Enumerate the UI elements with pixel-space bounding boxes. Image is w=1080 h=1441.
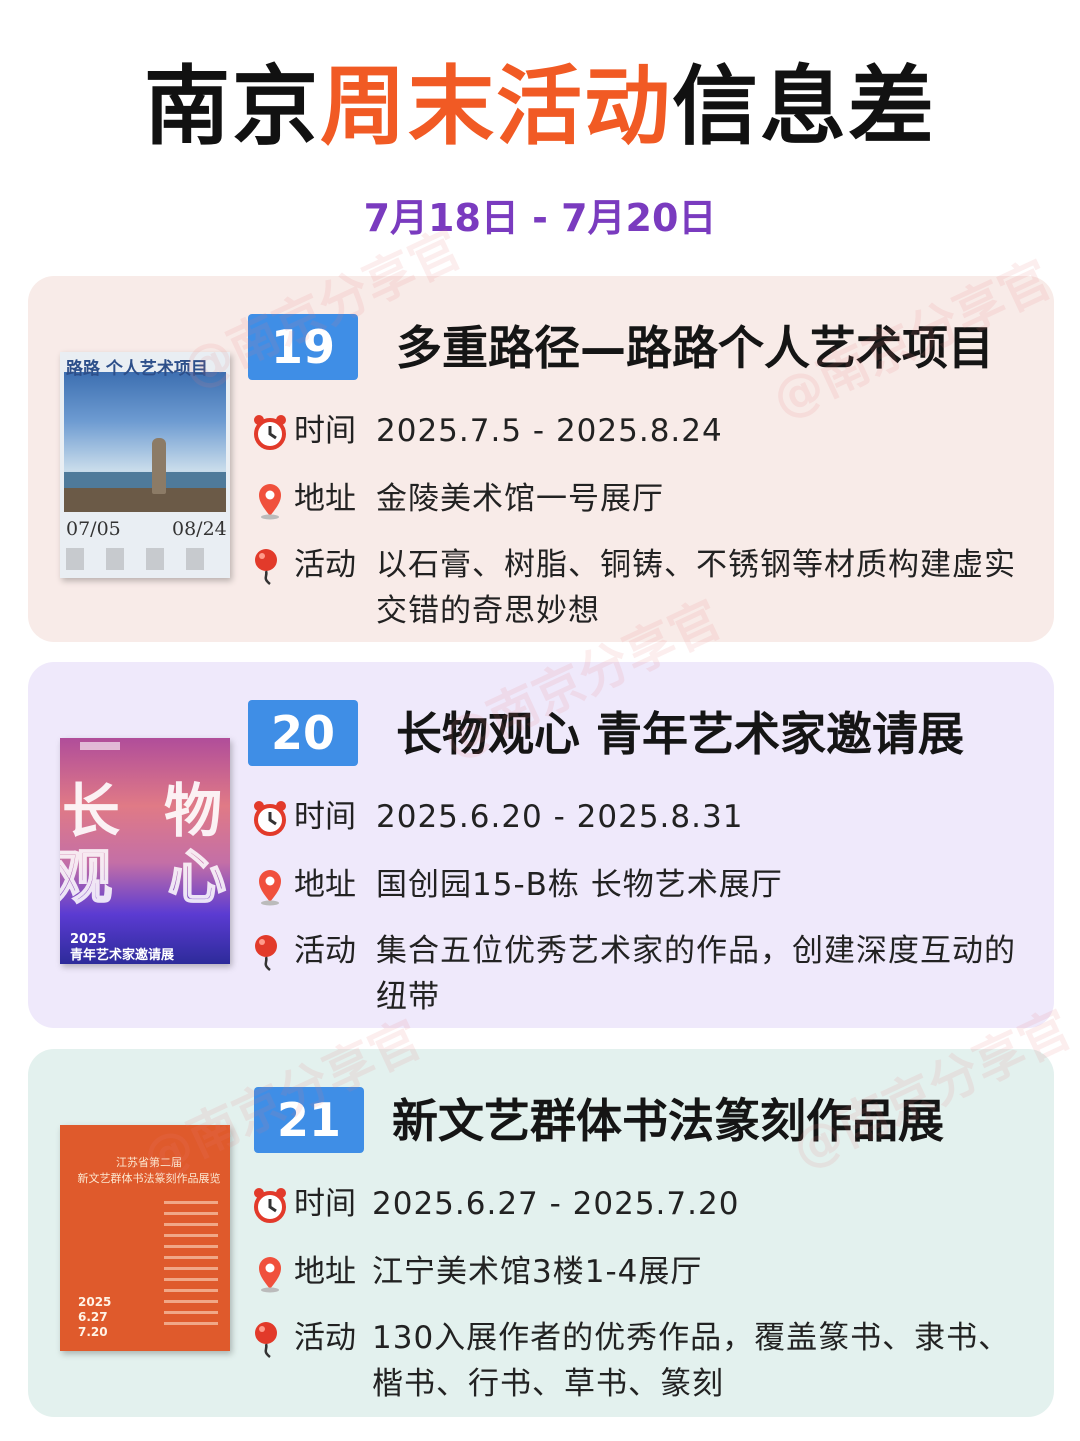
- poster-subtitle: 青年艺术家邀请展: [70, 948, 175, 963]
- event-address: 国创园15-B栋 长物艺术展厅: [376, 867, 783, 903]
- poster-date-1: 6.27: [78, 1310, 108, 1324]
- alarm-clock-icon: [254, 415, 286, 450]
- poster-title: 路路 个人艺术项目: [66, 359, 208, 379]
- event-address: 金陵美术馆一号展厅: [376, 481, 664, 517]
- event-time: 2025.6.27 - 2025.7.20: [372, 1186, 740, 1222]
- balloon-pin-icon: [255, 1322, 277, 1358]
- poster-year: 2025: [70, 932, 107, 947]
- event-activity: 集合五位优秀艺术家的作品，创建深度互动的纽带: [376, 933, 1016, 1015]
- event-card-21[interactable]: 江苏省第二届 新文艺群体书法篆刻作品展览 2025 6.27 7.20 21 新…: [28, 1049, 1054, 1417]
- event-poster: 路路 个人艺术项目 07/05 08/24: [60, 352, 230, 578]
- poster-date-start: 07/05: [66, 518, 121, 540]
- event-number-badge: 21: [254, 1087, 364, 1153]
- map-pin-icon: [259, 1257, 281, 1293]
- map-pin-icon: [259, 870, 281, 906]
- event-card-19[interactable]: 路路 个人艺术项目 07/05 08/24 19 多重路径—路路个人艺术项目 时…: [28, 276, 1054, 642]
- title-suffix: 信息差: [672, 57, 936, 157]
- event-time: 2025.7.5 - 2025.8.24: [376, 413, 723, 449]
- event-poster: 江苏省第二届 新文艺群体书法篆刻作品展览 2025 6.27 7.20: [60, 1125, 230, 1351]
- poster-title-line-1: 江苏省第二届: [116, 1156, 182, 1169]
- event-card-20[interactable]: 长 物 观 心 2025 青年艺术家邀请展 20 长物观心 青年艺术家邀请展 时…: [28, 662, 1054, 1028]
- event-title: 长物观心 青年艺术家邀请展: [396, 707, 965, 761]
- date-range: 7月18日 - 7月20日: [363, 196, 717, 240]
- poster-char-3: 观: [60, 842, 113, 912]
- event-title: 多重路径—路路个人艺术项目: [396, 321, 994, 375]
- time-label: 时间: [294, 1186, 356, 1222]
- title-highlight: 周末活动: [320, 57, 672, 157]
- page-title: 南京周末活动信息差: [0, 52, 1080, 162]
- activity-label: 活动: [294, 547, 356, 583]
- poster-title-line-2: 新文艺群体书法篆刻作品展览: [77, 1172, 221, 1185]
- alarm-clock-icon: [254, 801, 286, 836]
- address-label: 地址: [294, 1254, 356, 1290]
- poster-date-2: 7.20: [78, 1325, 108, 1339]
- time-label: 时间: [294, 799, 356, 835]
- poster-dates: 2025 6.27 7.20: [78, 1295, 111, 1340]
- event-address: 江宁美术馆3楼1-4展厅: [372, 1254, 703, 1290]
- time-label: 时间: [294, 413, 356, 449]
- alarm-clock-icon: [254, 1188, 286, 1223]
- balloon-pin-icon: [255, 549, 277, 585]
- poster-title: 江苏省第二届 新文艺群体书法篆刻作品展览: [74, 1155, 224, 1187]
- poster-date-end: 08/24: [172, 518, 227, 540]
- event-activity: 以石膏、树脂、铜铸、不锈钢等材质构建虚实交错的奇思妙想: [376, 547, 1016, 629]
- address-label: 地址: [294, 481, 356, 517]
- poster-year: 2025: [78, 1295, 112, 1309]
- poster-char-4: 心: [167, 842, 227, 912]
- activity-label: 活动: [294, 933, 356, 969]
- event-number-badge: 20: [248, 700, 358, 766]
- event-poster: 长 物 观 心 2025 青年艺术家邀请展: [60, 738, 230, 964]
- event-activity: 130入展作者的优秀作品，覆盖篆书、隶书、楷书、行书、草书、篆刻: [372, 1320, 1011, 1402]
- event-title: 新文艺群体书法篆刻作品展: [392, 1094, 944, 1148]
- activity-label: 活动: [294, 1320, 356, 1356]
- event-time: 2025.6.20 - 2025.8.31: [376, 799, 744, 835]
- title-prefix: 南京: [144, 57, 320, 157]
- balloon-pin-icon: [255, 935, 277, 971]
- event-number-badge: 19: [248, 314, 358, 380]
- address-label: 地址: [294, 867, 356, 903]
- map-pin-icon: [259, 484, 281, 520]
- poster-caption: 2025 青年艺术家邀请展: [70, 932, 174, 964]
